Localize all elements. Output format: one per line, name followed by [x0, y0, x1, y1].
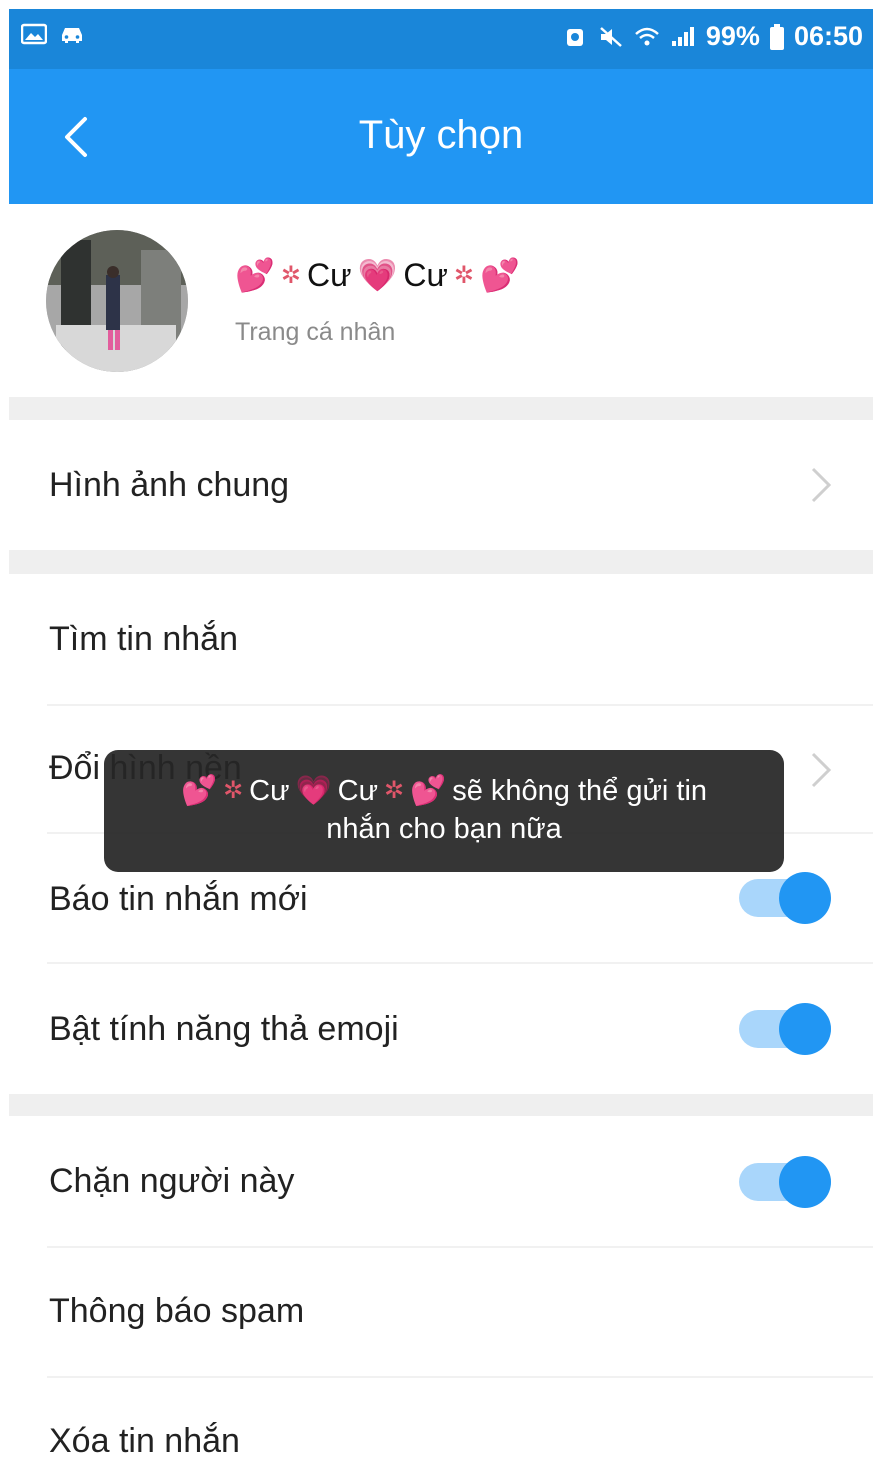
- new-message-alert-label: Báo tin nhắn mới: [49, 880, 308, 918]
- alarm-icon: [566, 28, 583, 46]
- battery-icon: [769, 23, 784, 50]
- report-spam-label: Thông báo spam: [49, 1292, 305, 1330]
- hearts-emoji-icon: 💕: [410, 775, 447, 807]
- profile-card[interactable]: 💕 ✲ Cư 💗 Cư ✲ 💕 Trang cá nhân: [9, 204, 873, 397]
- car-notification-icon: [62, 28, 82, 43]
- toast-name-part: Cư: [337, 775, 378, 807]
- emoji-reactions-label: Bật tính năng thả emoji: [49, 1010, 399, 1048]
- app-bar: Tùy chọn: [9, 69, 873, 204]
- image-notification-icon: [21, 23, 47, 45]
- sparkle-emoji-icon: ✲: [453, 261, 474, 289]
- clock: 06:50: [793, 21, 863, 51]
- new-message-alert-toggle[interactable]: [739, 872, 831, 924]
- app-screen: 99% 06:50 Tùy chọn 💕 ✲ Cư 💗 Cư ✲ 💕 Trang…: [9, 9, 873, 1460]
- avatar-photo: [46, 230, 188, 372]
- sparkle-emoji-icon: ✲: [384, 777, 405, 804]
- toast-text: sẽ không thể gửi tin: [452, 775, 708, 807]
- block-user-label: Chặn người này: [49, 1162, 295, 1200]
- search-messages-label: Tìm tin nhắn: [49, 620, 238, 658]
- battery-percent: 99%: [705, 21, 760, 51]
- wifi-icon: [635, 27, 659, 45]
- sparkle-emoji-icon: ✲: [223, 777, 244, 804]
- block-user-row: Chặn người này: [9, 1116, 873, 1246]
- hearts-emoji-icon: 💕: [479, 257, 520, 293]
- profile-name-part: Cư: [403, 256, 448, 293]
- status-bar: 99% 06:50: [9, 9, 873, 69]
- emoji-reactions-row: Bật tính năng thả emoji: [9, 964, 873, 1094]
- section-separator: [9, 1094, 873, 1116]
- shared-media-row[interactable]: Hình ảnh chung: [9, 420, 873, 550]
- mute-icon: [600, 26, 622, 47]
- chevron-right-icon: [811, 752, 832, 788]
- delete-messages-row[interactable]: Xóa tin nhắn: [9, 1378, 873, 1460]
- profile-name: 💕 ✲ Cư 💗 Cư ✲ 💕: [235, 256, 520, 294]
- heart-emoji-icon: 💗: [357, 257, 398, 293]
- hearts-emoji-icon: 💕: [180, 775, 218, 807]
- shared-media-label: Hình ảnh chung: [49, 466, 290, 504]
- report-spam-row[interactable]: Thông báo spam: [9, 1248, 873, 1376]
- emoji-reactions-toggle[interactable]: [739, 1003, 831, 1055]
- profile-name-part: Cư: [306, 256, 352, 293]
- heart-emoji-icon: 💗: [295, 775, 332, 807]
- toast-line-1: 💕 ✲ Cư 💗 Cư ✲ 💕 sẽ không thể gửi tin: [104, 772, 784, 810]
- avatar[interactable]: [46, 230, 188, 372]
- profile-subtitle: Trang cá nhân: [235, 318, 396, 346]
- chevron-right-icon: [811, 467, 832, 503]
- section-separator: [9, 550, 873, 574]
- toast-message: 💕 ✲ Cư 💗 Cư ✲ 💕 sẽ không thể gửi tin nhắ…: [104, 750, 784, 872]
- delete-messages-label: Xóa tin nhắn: [49, 1422, 240, 1460]
- sparkle-emoji-icon: ✲: [280, 261, 301, 289]
- section-separator: [9, 397, 873, 420]
- hearts-emoji-icon: 💕: [235, 257, 275, 293]
- signal-icon: [671, 26, 694, 46]
- toast-name-part: Cư: [249, 775, 290, 807]
- toast-line-2: nhắn cho bạn nữa: [326, 813, 562, 845]
- block-user-toggle[interactable]: [739, 1156, 831, 1208]
- search-messages-row[interactable]: Tìm tin nhắn: [9, 574, 873, 704]
- page-title: Tùy chọn: [358, 113, 524, 157]
